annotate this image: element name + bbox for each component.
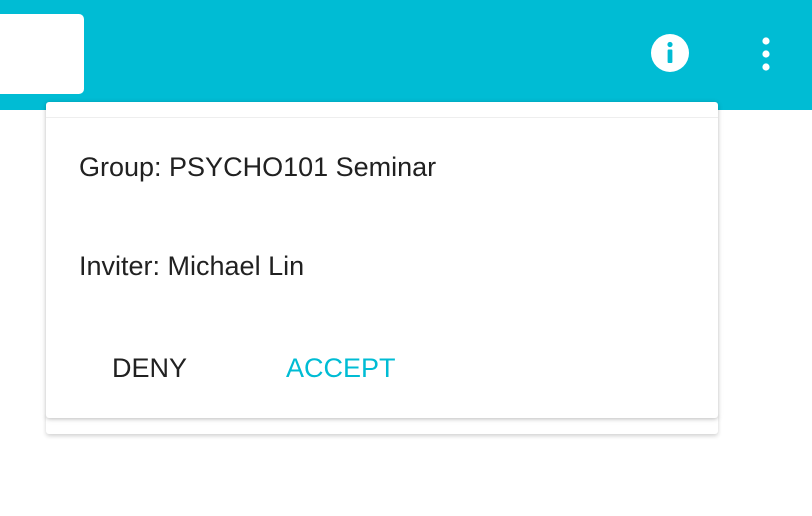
deny-button[interactable]: DENY	[100, 342, 199, 394]
app-header	[0, 0, 812, 110]
group-name-text: Group: PSYCHO101 Seminar	[79, 152, 437, 182]
info-icon[interactable]	[650, 33, 690, 73]
card-divider	[46, 117, 718, 118]
inviter-name-text: Inviter: Michael Lin	[79, 251, 305, 281]
more-vertical-icon[interactable]	[756, 36, 776, 72]
invitation-card: Group: PSYCHO101 Seminar Inviter: Michae…	[46, 102, 718, 418]
header-search-box[interactable]	[0, 14, 84, 94]
accept-button[interactable]: ACCEPT	[274, 342, 408, 394]
